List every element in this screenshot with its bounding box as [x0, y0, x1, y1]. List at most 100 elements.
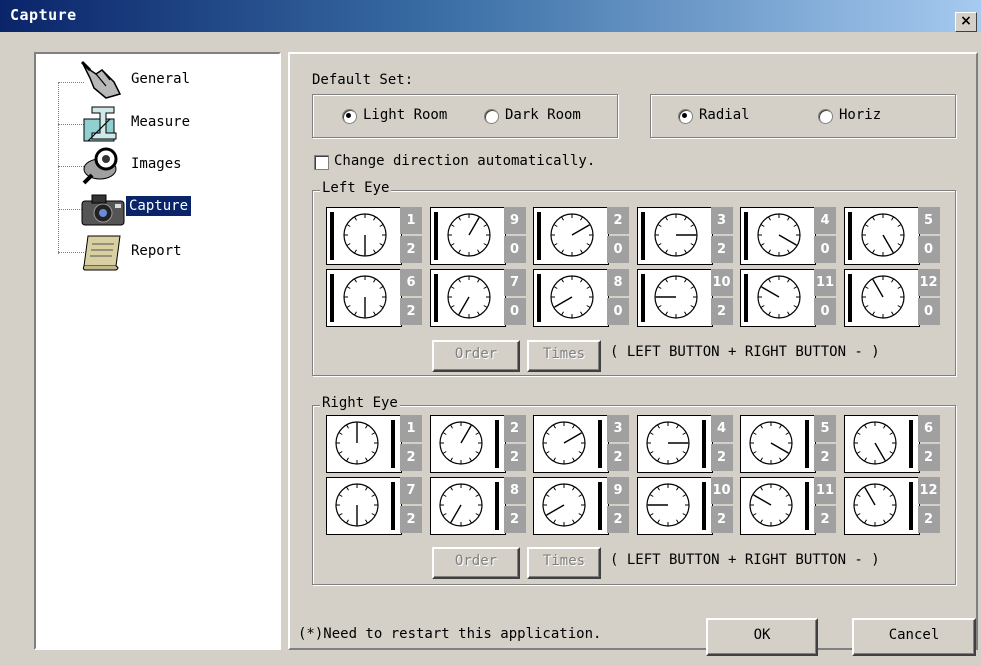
right-times-button[interactable]: Times	[527, 547, 601, 579]
radial-radio[interactable]	[678, 109, 693, 124]
change-direction-label[interactable]: Change direction automatically.	[334, 153, 595, 169]
left-eye-clock-cell[interactable]: 62	[326, 269, 422, 327]
clock-box[interactable]	[843, 477, 920, 535]
tree-item-label[interactable]: Report	[128, 241, 185, 261]
left-eye-clock-cell[interactable]: 70	[429, 269, 526, 327]
right-eye-clock-cell[interactable]: 12	[326, 415, 422, 473]
eye-side-bar	[744, 212, 748, 260]
times-number: 2	[400, 444, 422, 471]
right-eye-clock-cell[interactable]: 92	[533, 477, 629, 535]
tree-item-report[interactable]	[80, 232, 126, 272]
clock-box[interactable]	[533, 207, 609, 265]
clock-box[interactable]	[533, 269, 609, 327]
right-eye-clock-cell[interactable]: 32	[533, 415, 629, 473]
clock-box[interactable]	[429, 415, 506, 473]
light-room-radio[interactable]	[342, 109, 357, 124]
times-number: 2	[814, 506, 836, 533]
eye-side-bar	[640, 274, 645, 322]
clock-box[interactable]	[429, 477, 506, 535]
eye-side-bar	[701, 420, 706, 468]
eye-side-bar	[847, 274, 852, 322]
eye-side-bar	[330, 274, 334, 322]
right-eye-clock-cell[interactable]: 10 2	[636, 477, 733, 535]
radial-label[interactable]: Radial	[699, 107, 750, 123]
close-button[interactable]: ×	[955, 12, 977, 32]
order-number: 4	[710, 415, 733, 442]
tree-item-measure[interactable]	[80, 103, 126, 143]
tree-item-label-selected[interactable]: Capture	[126, 196, 192, 216]
clock-box[interactable]	[740, 415, 816, 473]
title-bar	[0, 0, 981, 32]
light-room-label[interactable]: Light Room	[363, 107, 447, 123]
clock-box[interactable]	[636, 477, 713, 535]
dark-room-label[interactable]: Dark Room	[505, 107, 581, 123]
times-number: 2	[400, 298, 422, 325]
right-eye-clock-cell[interactable]: 11 2	[740, 477, 836, 535]
tree-item-images[interactable]	[80, 145, 126, 185]
left-eye-clock-cell[interactable]: 12	[326, 207, 422, 265]
left-eye-clock-cell[interactable]: 20	[533, 207, 629, 265]
order-number: 12	[917, 269, 940, 296]
left-order-button[interactable]: Order	[432, 340, 520, 372]
clock-box[interactable]	[326, 415, 402, 473]
left-eye-clock-cell[interactable]: 12 0	[843, 269, 940, 327]
tree-item-label[interactable]: Measure	[128, 112, 193, 132]
restart-note: (*)Need to restart this application.	[298, 626, 602, 642]
tree-item-label[interactable]: Images	[128, 154, 185, 174]
clock-box[interactable]	[533, 415, 609, 473]
order-number: 1	[400, 415, 422, 442]
left-times-button[interactable]: Times	[527, 340, 601, 372]
left-eye-clock-cell[interactable]: 90	[429, 207, 526, 265]
ok-button[interactable]: OK	[706, 618, 818, 656]
change-direction-checkbox[interactable]	[314, 155, 329, 170]
eye-side-bar	[433, 212, 438, 260]
clock-box[interactable]	[429, 207, 506, 265]
right-eye-clock-cell[interactable]: 72	[326, 477, 422, 535]
tree-item-capture[interactable]	[80, 189, 126, 229]
clock-box[interactable]	[636, 415, 713, 473]
right-eye-clock-cell[interactable]: 82	[429, 477, 526, 535]
order-number: 11	[814, 477, 836, 504]
order-number: 6	[917, 415, 940, 442]
horiz-radio[interactable]	[818, 109, 833, 124]
right-order-button[interactable]: Order	[432, 547, 520, 579]
horiz-label[interactable]: Horiz	[839, 107, 881, 123]
cancel-button[interactable]: Cancel	[852, 618, 976, 656]
left-eye-clock-cell[interactable]: 32	[636, 207, 733, 265]
right-eye-clock-cell[interactable]: 12 2	[843, 477, 940, 535]
clock-box[interactable]	[843, 207, 920, 265]
right-eye-clock-cell[interactable]: 62	[843, 415, 940, 473]
eye-side-bar	[805, 482, 809, 530]
clock-box[interactable]	[740, 477, 816, 535]
left-eye-clock-cell[interactable]: 40	[740, 207, 836, 265]
right-eye-clock-cell[interactable]: 52	[740, 415, 836, 473]
clock-dial-icon	[653, 213, 698, 257]
left-eye-clock-cell[interactable]: 80	[533, 269, 629, 327]
clock-box[interactable]	[843, 269, 920, 327]
left-eye-clock-cell[interactable]: 50	[843, 207, 940, 265]
left-eye-clock-cell[interactable]: 10 2	[636, 269, 733, 327]
right-eye-clock-cell[interactable]: 22	[429, 415, 526, 473]
clock-box[interactable]	[326, 207, 402, 265]
clock-box[interactable]	[326, 477, 402, 535]
clock-box[interactable]	[843, 415, 920, 473]
clock-box[interactable]	[636, 269, 713, 327]
clock-box[interactable]	[740, 269, 816, 327]
order-number: 3	[607, 415, 629, 442]
times-number: 2	[607, 444, 629, 471]
dark-room-radio[interactable]	[484, 109, 499, 124]
clock-box[interactable]	[326, 269, 402, 327]
tree-item-general[interactable]	[80, 60, 126, 100]
right-eye-clock-cell[interactable]: 42	[636, 415, 733, 473]
clock-box[interactable]	[636, 207, 713, 265]
clock-box[interactable]	[533, 477, 609, 535]
times-number: 0	[503, 236, 526, 263]
eye-side-bar	[494, 482, 499, 530]
order-number: 10	[710, 477, 733, 504]
tree-item-label[interactable]: General	[128, 69, 193, 89]
left-eye-clock-cell[interactable]: 11 0	[740, 269, 836, 327]
clock-box[interactable]	[429, 269, 506, 327]
order-number: 11	[814, 269, 836, 296]
clock-dial-icon	[757, 213, 801, 257]
clock-box[interactable]	[740, 207, 816, 265]
